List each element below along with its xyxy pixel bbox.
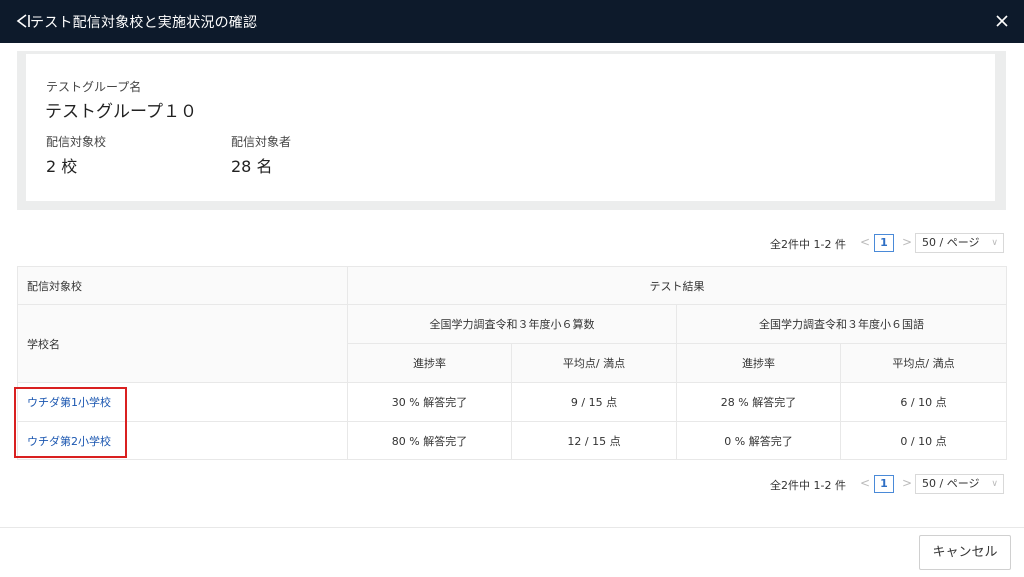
header-average-math: 平均点/ 満点	[511, 343, 677, 383]
pagination-bottom: 全2件中 1-2 件 < 1 > 50 / ページ ∨	[770, 474, 1006, 494]
footer-divider	[0, 527, 1024, 528]
header-test-results: テスト結果	[347, 266, 1007, 305]
prev-page-button[interactable]: <	[860, 235, 870, 249]
target-schools-label: 配信対象校	[46, 135, 107, 149]
title-bar: テスト配信対象校と実施状況の確認	[0, 0, 1024, 43]
header-target-school: 配信対象校	[17, 266, 348, 305]
summary-card: テストグループ名 テストグループ１０ 配信対象校 2 校 配信対象者 28 名	[26, 54, 995, 201]
close-icon[interactable]	[992, 11, 1012, 31]
header-average-japanese: 平均点/ 満点	[840, 343, 1007, 383]
window-title: テスト配信対象校と実施状況の確認	[30, 15, 258, 31]
pagination-total: 全2件中 1-2 件	[770, 479, 846, 492]
next-page-button[interactable]: >	[902, 476, 912, 490]
table-row: ウチダ第2小学校 80 % 解答完了 12 / 15 点 0 % 解答完了 0 …	[17, 421, 1007, 460]
table-row: ウチダ第1小学校 30 % 解答完了 9 / 15 点 28 % 解答完了 6 …	[17, 382, 1007, 422]
chevron-down-icon: ∨	[991, 238, 998, 248]
page-size-select[interactable]: 50 / ページ ∨	[915, 233, 1004, 253]
header-progress-math: 進捗率	[347, 343, 512, 383]
group-name-label: テストグループ名	[46, 80, 142, 94]
header-test-japanese: 全国学力調査令和３年度小６国語	[676, 304, 1007, 344]
average-cell: 0 / 10 点	[840, 421, 1007, 460]
target-people-value: 28 名	[231, 157, 273, 176]
average-cell: 6 / 10 点	[840, 382, 1007, 422]
pagination-total: 全2件中 1-2 件	[770, 238, 846, 251]
page-1-button[interactable]: 1	[874, 234, 894, 252]
progress-cell: 30 % 解答完了	[347, 382, 512, 422]
average-cell: 12 / 15 点	[511, 421, 677, 460]
results-table: 配信対象校 テスト結果 学校名 全国学力調査令和３年度小６算数 全国学力調査令和…	[17, 266, 1007, 460]
group-name-value: テストグループ１０	[45, 102, 197, 122]
target-people-label: 配信対象者	[231, 135, 292, 149]
page-size-select[interactable]: 50 / ページ ∨	[915, 474, 1004, 494]
chevron-down-icon: ∨	[991, 479, 998, 489]
cancel-button[interactable]: キャンセル	[919, 535, 1011, 570]
header-school-name: 学校名	[17, 304, 348, 383]
header-progress-japanese: 進捗率	[676, 343, 841, 383]
progress-cell: 80 % 解答完了	[347, 421, 512, 460]
header-test-math: 全国学力調査令和３年度小６算数	[347, 304, 677, 344]
progress-cell: 0 % 解答完了	[676, 421, 841, 460]
school-links-highlight	[14, 387, 127, 458]
progress-cell: 28 % 解答完了	[676, 382, 841, 422]
summary-panel: テストグループ名 テストグループ１０ 配信対象校 2 校 配信対象者 28 名	[17, 51, 1006, 210]
prev-page-button[interactable]: <	[860, 476, 870, 490]
target-schools-value: 2 校	[46, 157, 78, 176]
next-page-button[interactable]: >	[902, 235, 912, 249]
average-cell: 9 / 15 点	[511, 382, 677, 422]
page-size-value: 50 / ページ	[922, 477, 980, 490]
page-1-button[interactable]: 1	[874, 475, 894, 493]
pagination-top: 全2件中 1-2 件 < 1 > 50 / ページ ∨	[770, 233, 1006, 253]
page-size-value: 50 / ページ	[922, 236, 980, 249]
